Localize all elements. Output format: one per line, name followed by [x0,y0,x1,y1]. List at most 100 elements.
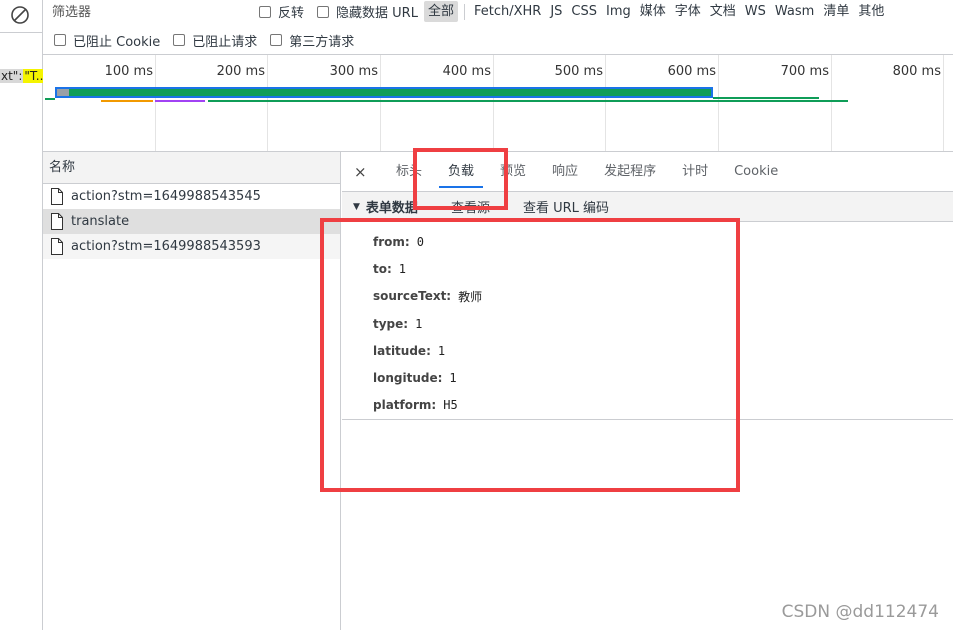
hide-data-urls-checkbox[interactable]: 隐藏数据 URL [317,2,418,21]
request-name: action?stm=1649988543593 [71,239,261,254]
tick-label: 100 ms [104,64,153,79]
tick-label: 800 ms [892,64,941,79]
param-key: platform: [373,398,437,413]
timeline-bar-translate [55,87,713,98]
param-row: platform: H5 [342,392,953,419]
param-key: longitude: [373,371,443,386]
tick-line [831,55,832,151]
form-data-title: 表单数据 [365,201,418,216]
param-row: latitude: 1 [342,337,953,364]
blocked-requests-label: 已阻止请求 [192,34,258,50]
type-filter-css[interactable]: CSS [567,1,601,22]
type-filter-ws[interactable]: WS [741,1,770,22]
checkbox-box[interactable] [54,34,66,46]
tick-label: 300 ms [329,64,378,79]
type-filter-wasm[interactable]: Wasm [771,1,818,22]
form-data-list: from: 0 to: 1 sourceText: 教师 type: 1 latitud… [342,222,953,420]
param-value: 教师 [458,289,483,304]
tab-timing[interactable]: 计时 [673,152,717,192]
invert-checkbox[interactable]: 反转 [259,2,304,21]
type-filter-doc[interactable]: 文档 [706,1,740,22]
tick-label: 200 ms [216,64,265,79]
file-icon [51,238,63,255]
tick-line [493,55,494,151]
request-name: translate [71,214,130,229]
tab-preview[interactable]: 预览 [491,152,535,192]
type-filter-img[interactable]: Img [602,1,635,22]
close-icon[interactable]: × [354,163,370,181]
hide-data-urls-label: 隐藏数据 URL [336,6,418,21]
param-row: to: 1 [342,255,953,282]
request-row[interactable]: action?stm=1649988543545 [43,184,340,209]
tick-line [943,55,944,151]
network-overview-timeline[interactable]: 100 ms 200 ms 300 ms 400 ms 500 ms 600 m… [43,54,953,152]
clear-log-button[interactable] [9,4,31,26]
param-value: 1 [415,316,423,331]
type-filter-fetch-xhr[interactable]: Fetch/XHR [470,1,545,22]
invert-label: 反转 [278,6,305,21]
tick-label: 500 ms [554,64,603,79]
blocked-cookies-label: 已阻止 Cookie [73,34,161,50]
type-filter-all[interactable]: 全部 [423,1,458,22]
checkbox-box[interactable] [259,5,271,18]
param-key: to: [373,261,392,276]
search-result-snippet[interactable]: xt":"T... [0,67,43,85]
filter-options-row: 已阻止 Cookie 已阻止请求 第三方请求 [54,30,367,50]
tick-label: 600 ms [667,64,716,79]
type-filter-media[interactable]: 媒体 [636,1,670,22]
third-party-label: 第三方请求 [289,34,355,50]
param-value: 1 [437,343,446,358]
timeline-bar-green-tail [713,97,819,99]
left-gutter: xt":"T... [0,0,43,630]
type-filter-font[interactable]: 字体 [671,1,705,22]
tab-cookies[interactable]: Cookie [725,152,787,192]
name-column-header[interactable]: 名称 [43,152,340,184]
param-value: 0 [416,234,424,249]
filter-input[interactable] [44,0,242,24]
param-row: sourceText: 教师 [342,283,953,310]
tab-initiator[interactable]: 发起程序 [595,152,665,192]
blocked-requests-checkbox[interactable]: 已阻止请求 [173,31,257,50]
tab-response[interactable]: 响应 [543,152,587,192]
view-source-button[interactable]: 查看源 [451,197,490,216]
requests-list-panel: 名称 action?stm=1649988543545 translate ac… [43,152,341,630]
block-icon [11,6,29,24]
param-value: 1 [398,261,407,276]
timeline-bar-green-small [45,98,55,100]
param-row: from: 0 [342,228,953,255]
tab-payload[interactable]: 负载 [439,152,484,192]
tab-headers[interactable]: 标头 [387,152,431,192]
request-name: action?stm=1649988543545 [71,189,261,204]
timeline-bar-purple [155,100,205,102]
request-row[interactable]: action?stm=1649988543593 [43,234,340,259]
tick-line [380,55,381,151]
gutter-divider [0,32,43,33]
expand-triangle-icon[interactable]: ▼ [353,202,360,212]
param-value: H5 [443,398,458,413]
third-party-checkbox[interactable]: 第三方请求 [270,31,354,50]
form-data-section-header[interactable]: ▼ 表单数据 查看源 查看 URL 编码 [342,192,953,222]
timeline-bar-green-long [208,100,848,102]
param-key: latitude: [373,343,431,358]
param-value: 1 [449,371,457,386]
param-row: longitude: 1 [342,364,953,391]
tick-label: 700 ms [780,64,829,79]
request-row-selected[interactable]: translate [43,209,340,234]
tick-line [267,55,268,151]
blocked-cookies-checkbox[interactable]: 已阻止 Cookie [54,31,160,50]
type-filter-other[interactable]: 其他 [854,1,888,22]
type-filter-manifest[interactable]: 清单 [819,1,853,22]
checkbox-box[interactable] [173,34,186,46]
checkbox-box[interactable] [317,5,330,18]
param-key: type: [373,316,409,331]
details-tabbar: × 标头 负载 预览 响应 发起程序 计时 Cookie [342,152,953,192]
checkbox-box[interactable] [270,34,283,46]
tick-line [155,55,156,151]
request-details-panel: × 标头 负载 预览 响应 发起程序 计时 Cookie ▼ 表单数据 查看源 … [342,152,953,630]
type-filter-js[interactable]: JS [546,1,566,22]
view-url-encoded-button[interactable]: 查看 URL 编码 [523,197,609,216]
tick-line [718,55,719,151]
watermark: CSDN @dd112474 [781,602,939,622]
filter-toolbar-row: 反转 隐藏数据 URL 全部 Fetch/XHR JS CSS Img 媒体 字… [259,0,889,23]
tick-label: 400 ms [442,64,491,79]
